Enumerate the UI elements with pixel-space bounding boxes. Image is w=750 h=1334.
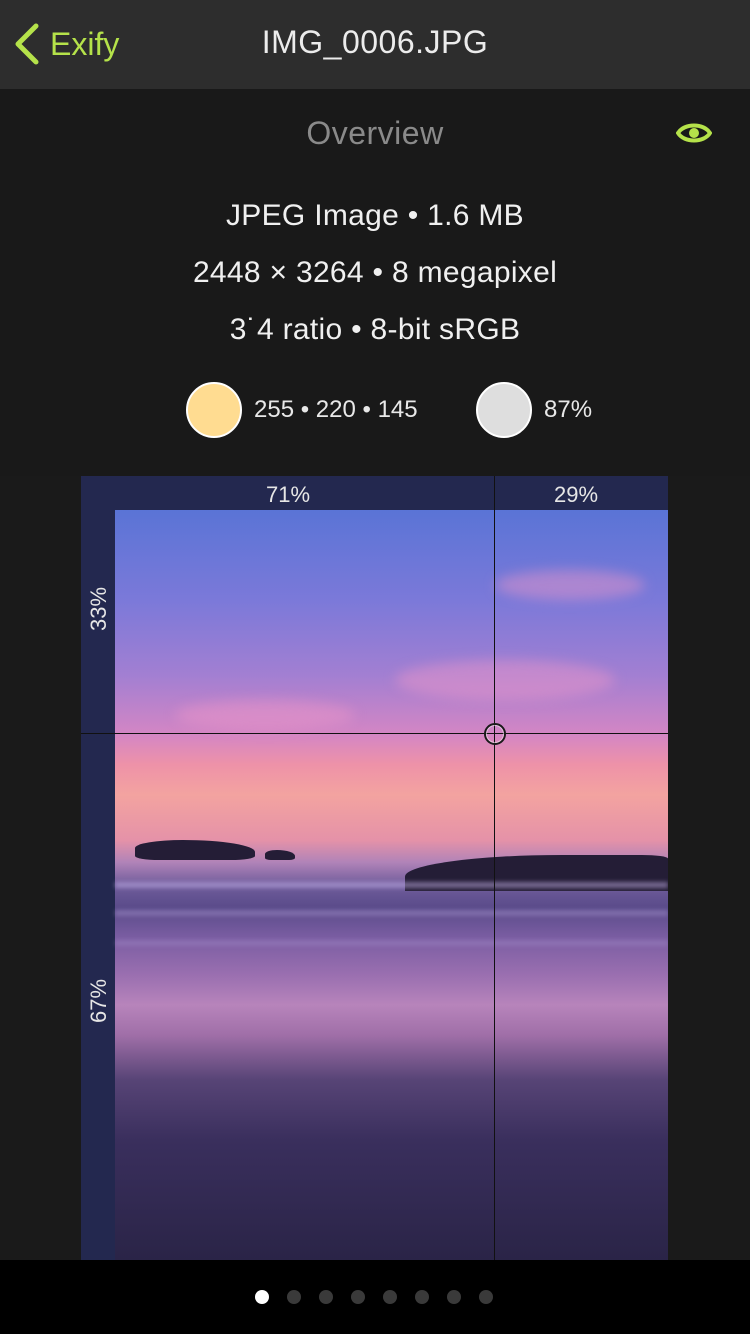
- photo-cloud: [175, 700, 355, 730]
- brightness-percent: 87%: [544, 396, 593, 423]
- photo-cloud: [395, 660, 615, 700]
- page-dot[interactable]: [319, 1290, 333, 1304]
- vertical-guide-line: [494, 476, 495, 1260]
- dominant-color-swatch: [186, 382, 242, 438]
- eye-icon: [675, 123, 713, 143]
- page-dots: [255, 1290, 493, 1304]
- color-summary: 255 • 220 • 145 87%: [0, 382, 750, 442]
- page-dot[interactable]: [383, 1290, 397, 1304]
- photo-cloud: [495, 570, 645, 600]
- page-dot[interactable]: [447, 1290, 461, 1304]
- page-dot[interactable]: [415, 1290, 429, 1304]
- page-dot[interactable]: [255, 1290, 269, 1304]
- photo-wave: [115, 940, 668, 946]
- right-width-percent: 29%: [554, 482, 599, 507]
- overview-panel: Overview JPEG Image • 1.6 MB 2448 × 3264…: [0, 89, 750, 476]
- photo-composition-view: 71% 29% 33% 67%: [81, 476, 668, 1260]
- photo-rock: [135, 840, 255, 860]
- left-width-percent: 71%: [266, 482, 311, 507]
- photo-rock: [265, 850, 295, 860]
- bottom-height-percent: 67%: [86, 978, 111, 1024]
- page-indicator-bar: [0, 1260, 750, 1334]
- photo-preview: [115, 510, 668, 1260]
- navigation-bar: Exify IMG_0006.JPG: [0, 0, 750, 89]
- horizontal-guide-line: [81, 733, 668, 734]
- brightness-swatch: [476, 382, 532, 438]
- page-dot[interactable]: [351, 1290, 365, 1304]
- photo-wave: [115, 910, 668, 916]
- toggle-visibility-button[interactable]: [675, 119, 713, 147]
- page-dot[interactable]: [287, 1290, 301, 1304]
- photo-wave: [115, 882, 668, 888]
- dimensions: 2448 × 3264 • 8 megapixel: [192, 256, 558, 289]
- ratio-colorspace: 3˙4 ratio • 8-bit sRGB: [229, 313, 521, 346]
- page-dot[interactable]: [479, 1290, 493, 1304]
- top-height-percent: 33%: [86, 586, 111, 632]
- page-title: IMG_0006.JPG: [261, 24, 489, 60]
- section-title: Overview: [306, 115, 444, 151]
- dominant-color-rgb: 255 • 220 • 145: [254, 396, 418, 423]
- focal-point-handle[interactable]: [484, 723, 506, 745]
- file-type-size: JPEG Image • 1.6 MB: [226, 199, 524, 232]
